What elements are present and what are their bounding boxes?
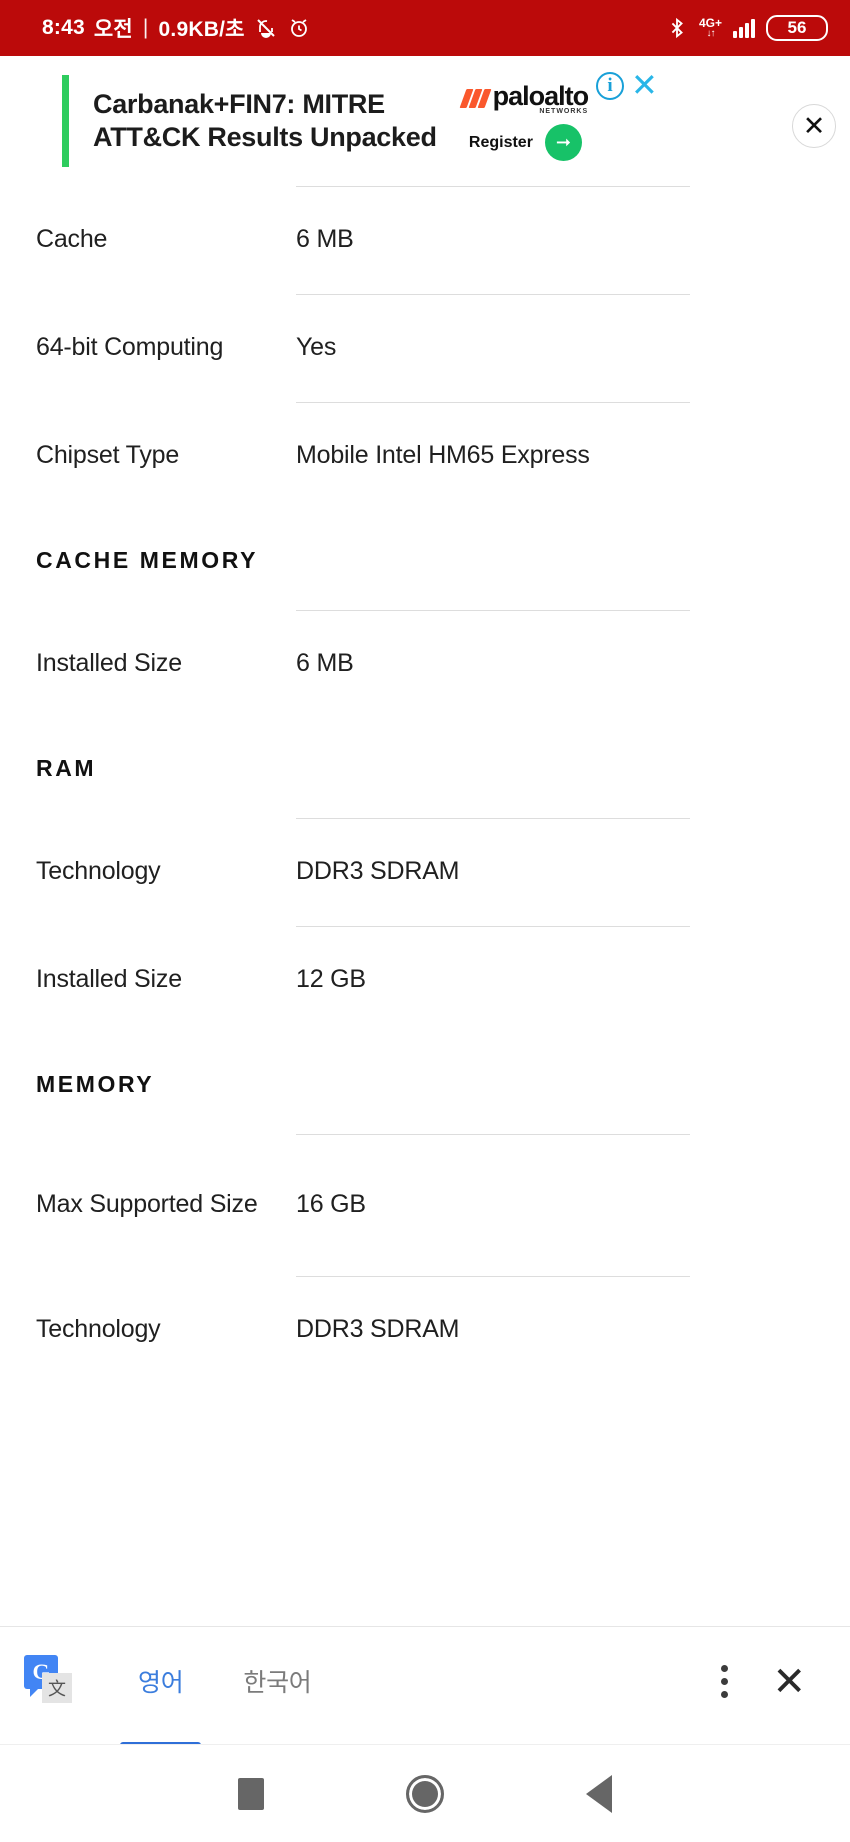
- row-divider: [296, 610, 690, 611]
- spec-row: Technology DDR3 SDRAM: [0, 1276, 850, 1384]
- spec-label: 64-bit Computing: [36, 333, 224, 362]
- spec-label: Technology: [36, 857, 161, 886]
- spec-section-header: RAM: [0, 718, 850, 818]
- arrow-right-icon[interactable]: ➞: [544, 124, 582, 161]
- paloalto-logo-icon: [459, 88, 492, 108]
- android-nav-bar: [0, 1744, 850, 1842]
- spec-value: 12 GB: [296, 965, 366, 994]
- alarm-clock-icon: [287, 16, 311, 40]
- square-recents-icon[interactable]: [238, 1777, 264, 1810]
- network-arrows: ↓↑: [706, 27, 715, 39]
- row-divider: [296, 818, 690, 819]
- spec-value: Yes: [296, 333, 337, 362]
- ad-headline: Carbanak+FIN7: MITRE ATT&CK Results Unpa…: [93, 89, 437, 152]
- google-translate-icon[interactable]: G 文: [24, 1655, 72, 1703]
- status-meridiem: 오전: [93, 18, 133, 41]
- status-data-rate: 0.9KB/초: [158, 18, 245, 41]
- row-divider: [296, 186, 690, 187]
- ad-accent-bar: [62, 75, 69, 167]
- brand-name: paloalto: [492, 81, 590, 111]
- ad-cta-label: Register: [468, 133, 533, 151]
- brand-lockup: paloalto NETWORKS: [459, 81, 590, 115]
- ad-dismiss-icon[interactable]: ✕: [631, 69, 658, 101]
- status-bar-left: 8:43 오전 | 0.9KB/초: [42, 13, 311, 43]
- spec-label: Installed Size: [36, 649, 182, 678]
- spec-value: Mobile Intel HM65 Express: [296, 441, 590, 470]
- section-title: MEMORY: [36, 1070, 155, 1097]
- spec-value: 6 MB: [296, 225, 354, 254]
- google-translate-bar: G 文 영어 한국어 ✕: [0, 1626, 850, 1749]
- spec-value: DDR3 SDRAM: [296, 857, 460, 886]
- tab-target-language[interactable]: 한국어: [213, 1649, 341, 1723]
- more-vertical-icon[interactable]: [721, 1665, 729, 1698]
- status-bar: 8:43 오전 | 0.9KB/초 4G+ ↓↑ 56: [0, 0, 850, 56]
- spec-row: 64-bit Computing Yes: [0, 294, 850, 402]
- spec-row: Technology DDR3 SDRAM: [0, 818, 850, 926]
- spec-section-header: CACHE MEMORY: [0, 510, 850, 610]
- ad-content[interactable]: Carbanak+FIN7: MITRE ATT&CK Results Unpa…: [62, 71, 850, 171]
- row-divider: [296, 926, 690, 927]
- ad-banner[interactable]: Carbanak+FIN7: MITRE ATT&CK Results Unpa…: [0, 56, 850, 186]
- tab-source-language[interactable]: 영어: [108, 1649, 213, 1749]
- spec-row: Cache 6 MB: [0, 186, 850, 294]
- row-divider: [296, 1134, 690, 1135]
- triangle-back-icon[interactable]: [586, 1774, 612, 1813]
- status-separator: |: [142, 16, 149, 39]
- translate-language-tabs: 영어 한국어: [108, 1649, 342, 1749]
- translate-logo-glyph: 文: [42, 1673, 72, 1703]
- spec-value: 6 MB: [296, 649, 354, 678]
- battery-indicator: 56: [766, 15, 828, 41]
- close-circle-icon[interactable]: ✕: [792, 104, 836, 148]
- row-divider: [296, 402, 690, 403]
- signal-bars-icon: [733, 18, 755, 38]
- row-divider: [296, 294, 690, 295]
- row-divider: [296, 1276, 690, 1277]
- ad-cta[interactable]: Register ➞: [469, 124, 582, 161]
- translate-actions: ✕: [721, 1662, 806, 1702]
- translate-close-icon[interactable]: ✕: [772, 1662, 806, 1702]
- spec-row: Max Supported Size 16 GB: [0, 1134, 850, 1276]
- status-time: 8:43: [42, 16, 85, 39]
- ad-brand: paloalto NETWORKS Register ➞: [459, 81, 590, 161]
- spec-label: Chipset Type: [36, 441, 180, 470]
- phone-screen: 8:43 오전 | 0.9KB/초 4G+ ↓↑ 56 Carbanak+FIN…: [0, 0, 850, 1842]
- spec-section-header: MEMORY: [0, 1034, 850, 1134]
- spec-value: DDR3 SDRAM: [296, 1315, 460, 1344]
- spec-label: Technology: [36, 1315, 161, 1344]
- info-circle-icon[interactable]: i: [596, 72, 624, 100]
- spec-label: Max Supported Size: [36, 1190, 258, 1219]
- spec-label: Cache: [36, 225, 108, 254]
- spec-row: Installed Size 6 MB: [0, 610, 850, 718]
- section-title: CACHE MEMORY: [36, 546, 259, 573]
- bluetooth-icon: [666, 17, 688, 39]
- spec-list: Cache 6 MB 64-bit Computing Yes Chipset Type…: [0, 186, 850, 1384]
- spec-row: Installed Size 12 GB: [0, 926, 850, 1034]
- bell-mute-icon: [254, 16, 278, 40]
- spec-label: Installed Size: [36, 965, 182, 994]
- network-type: 4G+ ↓↑: [699, 17, 722, 39]
- spec-row: Chipset Type Mobile Intel HM65 Express: [0, 402, 850, 510]
- status-bar-right: 4G+ ↓↑ 56: [666, 15, 828, 41]
- spec-value: 16 GB: [296, 1190, 366, 1219]
- section-title: RAM: [36, 754, 97, 781]
- circle-home-icon[interactable]: [406, 1774, 444, 1813]
